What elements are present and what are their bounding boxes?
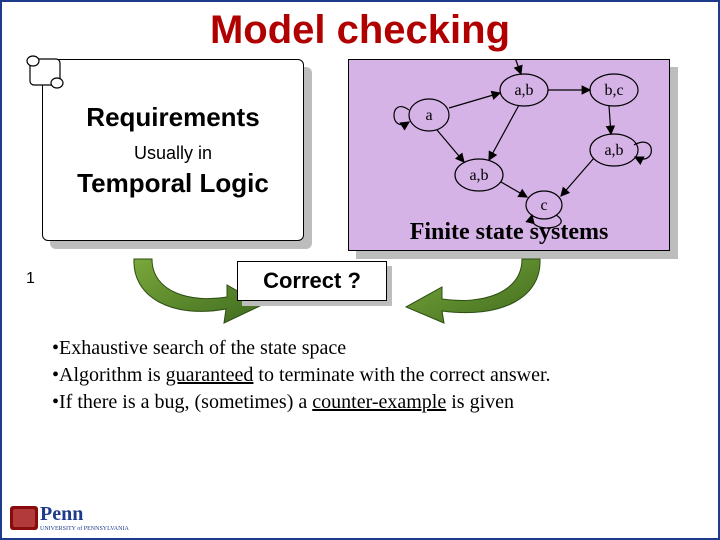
underlined-text: counter-example <box>312 391 446 413</box>
node-label: a,b <box>469 167 488 184</box>
node-label: a <box>425 107 432 124</box>
text: is given <box>446 391 514 413</box>
scroll-icon <box>20 47 70 97</box>
bullet-3: •If there is a bug, (sometimes) a counte… <box>52 389 676 416</box>
node-label: a,b <box>604 142 623 159</box>
underlined-text: guaranteed <box>166 364 254 386</box>
shield-icon <box>10 506 38 530</box>
logo-text: Penn <box>40 503 129 526</box>
fsm-content: a a,b b,c a,b a,b c Finite state systems <box>348 59 670 251</box>
node-label: a,b <box>514 82 533 99</box>
fsm-box: a a,b b,c a,b a,b c Finite state systems <box>348 59 678 259</box>
requirements-content: Requirements Usually in Temporal Logic <box>42 59 304 241</box>
top-row: Requirements Usually in Temporal Logic <box>2 55 718 259</box>
logo-text-wrap: Penn UNIVERSITY of PENNSYLVANIA <box>40 503 129 532</box>
text: •Algorithm is <box>52 364 166 386</box>
correct-label: Correct ? <box>237 261 387 301</box>
requirements-main: Temporal Logic <box>77 168 269 199</box>
penn-logo: Penn UNIVERSITY of PENNSYLVANIA <box>10 503 129 532</box>
node-label: b,c <box>604 82 623 99</box>
bullet-2: •Algorithm is guaranteed to terminate wi… <box>52 362 676 389</box>
bullet-list: •Exhaustive search of the state space •A… <box>2 329 718 416</box>
bullet-1: •Exhaustive search of the state space <box>52 335 676 362</box>
text: to terminate with the correct answer. <box>253 364 550 386</box>
fsm-caption: Finite state systems <box>349 219 669 246</box>
requirements-box: Requirements Usually in Temporal Logic <box>42 59 312 249</box>
slide-number: 1 <box>26 270 35 288</box>
requirements-sub: Usually in <box>134 143 212 164</box>
requirements-heading: Requirements <box>86 102 259 133</box>
text: •If there is a bug, (sometimes) a <box>52 391 312 413</box>
logo-subtext: UNIVERSITY of PENNSYLVANIA <box>40 526 129 532</box>
node-label: c <box>540 197 547 214</box>
slide-title: Model checking <box>2 2 718 55</box>
arrows-zone: Correct ? <box>2 259 718 329</box>
